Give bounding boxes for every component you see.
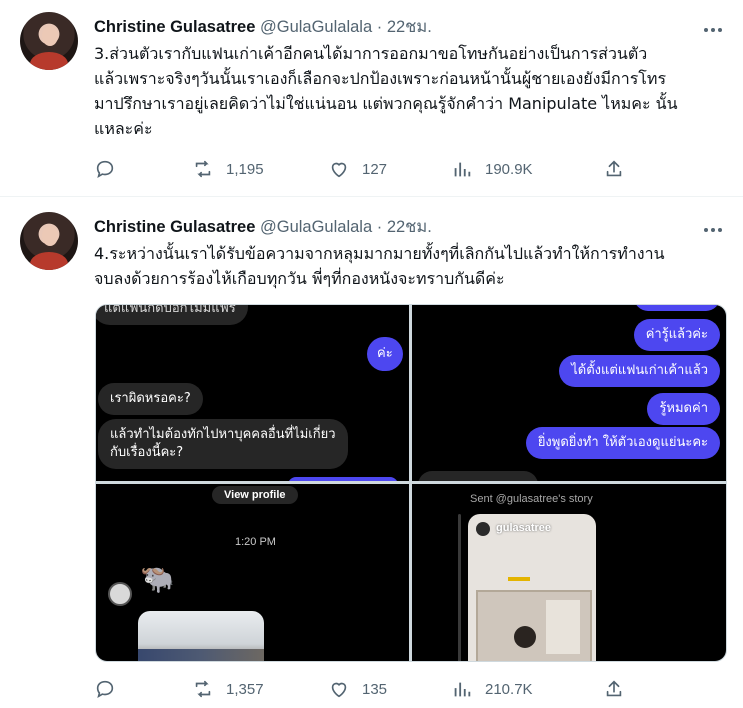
chat-bubble-outgoing: ได้ตั้งแต่แฟนเก่าเค้าแล้ว xyxy=(559,355,720,387)
story-username: gulasatree xyxy=(496,522,552,534)
chat-bubble-incoming: เราผิดหรอคะ? xyxy=(98,383,203,415)
display-name[interactable]: Christine Gulasatree xyxy=(94,218,255,236)
chat-bubble-outgoing: รู้หมดค่า xyxy=(647,393,720,425)
like-button[interactable]: 127 xyxy=(328,156,387,182)
water-buffalo-icon: 🐃 xyxy=(140,563,175,594)
shared-photo[interactable] xyxy=(138,611,264,661)
chat-bubble-line: แล้วทำไมต้องทักไปหาบุคคลอื่นที่ไม่เกี่ยว xyxy=(110,427,336,442)
story-avatar xyxy=(476,522,490,536)
views-chart-icon xyxy=(454,682,471,697)
reply-button[interactable] xyxy=(94,156,116,182)
chat-bubble-outgoing: ค่ารู้แล้วค่ะ xyxy=(633,319,720,351)
retweet-button[interactable]: 1,195 xyxy=(192,156,264,182)
tweet-time[interactable]: 22ชม. xyxy=(387,18,432,36)
reply-bar xyxy=(458,514,461,661)
share-icon xyxy=(606,160,622,177)
chat-bubble-cut xyxy=(288,477,398,481)
retweet-icon xyxy=(195,160,211,178)
heart-icon xyxy=(331,682,347,698)
avatar-face xyxy=(42,226,58,246)
views-count: 210.7K xyxy=(485,680,533,698)
avatar-dress xyxy=(30,252,68,270)
retweet-button[interactable]: 1,357 xyxy=(192,676,264,702)
reply-button[interactable] xyxy=(94,676,116,702)
views-button[interactable]: 210.7K xyxy=(451,676,533,702)
story-photo xyxy=(476,590,592,661)
chat-bubble-line: กับเรื่องนี้คะ? xyxy=(110,445,184,460)
tweet-text-line: มาปรึกษาเราอยู่เลยคิดว่าไม่ใช่แน่นอน แต่… xyxy=(94,94,678,113)
media-image-1[interactable]: แต่แฟนกัดบอกไม่มีแฟร ค่ะ เราผิดหรอคะ? แล… xyxy=(96,305,409,481)
chat-bubble-cut xyxy=(418,471,538,481)
views-button[interactable]: 190.9K xyxy=(451,156,533,182)
tweet-actions: 1,195 127 190.9K xyxy=(94,156,634,182)
reply-icon xyxy=(96,160,114,179)
avatar-face xyxy=(42,26,58,46)
story-person xyxy=(514,626,536,648)
tweet-2[interactable]: Christine Gulasatree @GulaGulalala · 22ช… xyxy=(0,198,743,708)
media-image-2[interactable]: ค่ารู้แล้วค่ะ ได้ตั้งแต่แฟนเก่าเค้าแล้ว … xyxy=(412,305,726,481)
tweet-1[interactable]: Christine Gulasatree @GulaGulalala · 22ช… xyxy=(0,0,743,196)
share-button[interactable] xyxy=(603,156,625,182)
story-card[interactable]: gulasatree xyxy=(468,514,596,661)
reply-icon xyxy=(96,680,114,699)
story-door xyxy=(546,600,580,654)
photo-detail xyxy=(138,649,264,661)
like-button[interactable]: 135 xyxy=(328,676,387,702)
media-grid[interactable]: แต่แฟนกัดบอกไม่มีแฟร ค่ะ เราผิดหรอคะ? แล… xyxy=(95,304,727,662)
user-handle[interactable]: @GulaGulalala xyxy=(260,218,372,236)
sender-avatar xyxy=(108,582,132,606)
views-count: 190.9K xyxy=(485,160,533,178)
tweet-text-line: 3.ส่วนตัวเรากับแฟนเก่าเค้าอีกคนได้มาการอ… xyxy=(94,44,648,63)
media-image-4[interactable]: Sent @gulasatree's story gulasatree xyxy=(412,484,726,661)
retweet-count: 1,357 xyxy=(226,680,264,698)
avatar-dress xyxy=(30,52,68,70)
heart-icon xyxy=(331,162,347,178)
tweet-text-line: จบลงด้วยการร้องไห้เกือบทุกวัน พี่ๆที่กอง… xyxy=(94,269,505,288)
tweet-text-line: แหละค่ะ xyxy=(94,119,153,138)
avatar[interactable] xyxy=(20,12,78,70)
tweet-divider xyxy=(0,196,743,197)
header-separator: · xyxy=(376,18,383,36)
share-icon xyxy=(606,680,622,697)
chat-bubble-outgoing: ยิ่งพูดยิ่งทำ ให้ตัวเองดูแย่นะคะ xyxy=(525,427,720,459)
tweet-text: 3.ส่วนตัวเรากับแฟนเก่าเค้าอีกคนได้มาการอ… xyxy=(94,41,728,141)
retweet-count: 1,195 xyxy=(226,160,264,178)
avatar[interactable] xyxy=(20,212,78,270)
media-image-3[interactable]: View profile 1:20 PM 🐃 xyxy=(96,484,409,661)
tweet-actions: 1,357 135 210.7K xyxy=(94,676,634,702)
chat-bubble-incoming: แต่แฟนกัดบอกไม่มีแฟร xyxy=(96,305,248,325)
tweet-text: 4.ระหว่างนั้นเราได้รับข้อความจากหลุมมากม… xyxy=(94,241,728,291)
views-chart-icon xyxy=(454,162,471,177)
story-sticker xyxy=(508,577,530,581)
chat-bubble-cut xyxy=(634,305,720,311)
like-count: 127 xyxy=(362,160,388,178)
retweet-icon xyxy=(195,680,211,698)
tweet-text-line: 4.ระหว่างนั้นเราได้รับข้อความจากหลุมมากม… xyxy=(94,244,665,263)
more-options-icon[interactable] xyxy=(703,20,723,40)
chat-timestamp: 1:20 PM xyxy=(235,536,276,548)
tweet-time[interactable]: 22ชม. xyxy=(387,218,432,236)
chat-bubble-outgoing: ค่ะ xyxy=(367,337,403,371)
view-profile-button[interactable]: View profile xyxy=(212,486,298,504)
tweet-text-line: แล้วเพราะจริงๆวันนั้นเราเองก็เลือกจะปกป้… xyxy=(94,69,667,88)
more-options-icon[interactable] xyxy=(703,220,723,240)
display-name[interactable]: Christine Gulasatree xyxy=(94,18,255,36)
tweet-header: Christine Gulasatree @GulaGulalala · 22ช… xyxy=(94,14,432,40)
user-handle[interactable]: @GulaGulalala xyxy=(260,18,372,36)
tweet-header: Christine Gulasatree @GulaGulalala · 22ช… xyxy=(94,214,432,240)
like-count: 135 xyxy=(362,680,388,698)
share-button[interactable] xyxy=(603,676,625,702)
header-separator: · xyxy=(376,218,383,236)
sent-story-label: Sent @gulasatree's story xyxy=(470,493,593,505)
chat-bubble-incoming: แล้วทำไมต้องทักไปหาบุคคลอื่นที่ไม่เกี่ยว… xyxy=(98,419,348,469)
